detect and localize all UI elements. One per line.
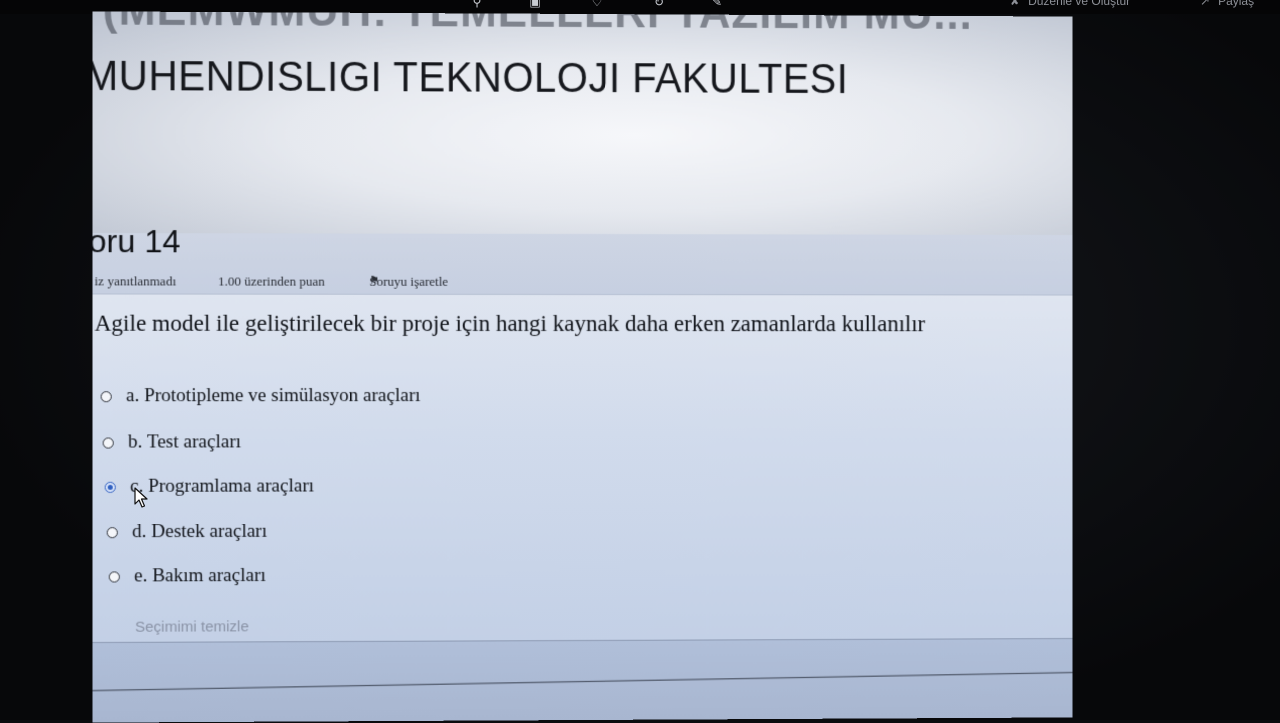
option-b[interactable]: b. Test araçları <box>102 429 242 455</box>
share-button[interactable]: ↗ Paylaş <box>1200 0 1254 8</box>
question-points: 1.00 üzerinden puan <box>218 273 325 289</box>
edit-and-create-button[interactable]: ✘ Düzenle ve Oluştur <box>1010 0 1130 8</box>
crop-icon[interactable]: ✎ <box>710 0 724 8</box>
flag-question-label: Soruyu işaretle <box>369 273 449 289</box>
edit-icon: ✘ <box>1010 0 1021 8</box>
footer-band <box>92 638 1073 723</box>
photo-frame: ⚲ ▣ ♡ ↻ ✎ ✘ Düzenle ve Oluştur ↗ Paylaş (M… <box>0 0 1280 723</box>
course-title-line-2: MUHENDISLIGI TEKNOLOJI FAKULTESI <box>92 52 849 103</box>
monitor-screen: (MEMWMUH: TEMELLERI YAZILIM MÜ... MUHEND… <box>92 11 1073 723</box>
radio-option-c-selected[interactable] <box>104 481 116 493</box>
rotate-icon[interactable]: ↻ <box>652 0 666 8</box>
divider <box>92 671 1073 692</box>
option-e-label: e. Bakım araçları <box>134 564 266 587</box>
question-box: Agile model ile geliştirilecek bir proje… <box>92 293 1073 643</box>
radio-option-e[interactable] <box>108 570 120 583</box>
question-number: oru 14 <box>92 222 181 260</box>
option-a[interactable]: a. Prototipleme ve simülasyon araçları <box>100 383 421 409</box>
radio-option-b[interactable] <box>102 436 114 449</box>
question-text: Agile model ile geliştirilecek bir proje… <box>94 310 926 337</box>
option-d[interactable]: d. Destek araçları <box>106 519 268 546</box>
edit-and-create-label: Düzenle ve Oluştur <box>1028 0 1131 8</box>
clear-choice-link[interactable]: Seçimimi temizle <box>135 618 249 636</box>
search-icon[interactable]: ⚲ <box>470 0 484 8</box>
course-header: (MEMWMUH: TEMELLERI YAZILIM MÜ... MUHEND… <box>92 11 1073 235</box>
option-b-label: b. Test araçları <box>127 431 242 453</box>
delete-icon[interactable]: ▣ <box>528 0 542 8</box>
answer-status: iz yanıtlanmadı <box>94 273 177 289</box>
option-c-label: c. Programlama araçları <box>130 475 314 497</box>
option-e[interactable]: e. Bakım araçları <box>108 563 266 590</box>
option-d-label: d. Destek araçları <box>132 520 268 543</box>
option-a-label: a. Prototipleme ve simülasyon araçları <box>125 385 421 407</box>
course-title-line-1: (MEMWMUH: TEMELLERI YAZILIM MÜ... <box>102 11 973 39</box>
radio-option-d[interactable] <box>106 526 118 538</box>
radio-option-a[interactable] <box>100 390 112 402</box>
mouse-cursor-icon <box>134 487 148 508</box>
share-label: Paylaş <box>1218 0 1255 8</box>
favorite-icon[interactable]: ♡ <box>590 0 604 8</box>
share-icon: ↗ <box>1200 0 1211 8</box>
